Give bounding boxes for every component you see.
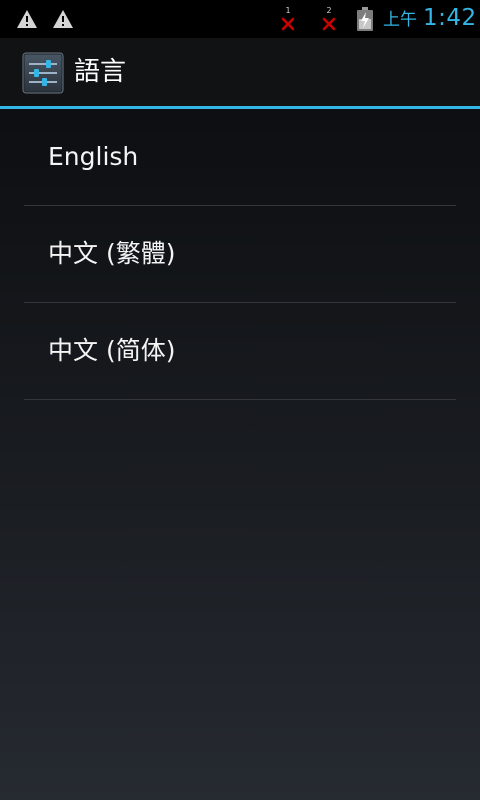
- clock-time: 1:42: [423, 5, 477, 31]
- warning-icon: [53, 10, 73, 28]
- language-label: 中文 (简体): [48, 336, 176, 365]
- language-label: 中文 (繁體): [48, 239, 176, 268]
- action-bar: 語言: [0, 38, 480, 106]
- clock-ampm: 上午: [383, 10, 417, 30]
- battery-charging-icon: [357, 7, 373, 31]
- language-item-traditional-chinese[interactable]: 中文 (繁體): [24, 206, 456, 303]
- status-bar: 1 2 上午 1:42: [0, 0, 480, 38]
- page-title: 語言: [74, 57, 127, 87]
- sim-off-icon: [322, 17, 336, 31]
- language-list: English 中文 (繁體) 中文 (简体): [24, 109, 456, 400]
- sim-1-no-signal: 1: [279, 6, 297, 32]
- language-item-simplified-chinese[interactable]: 中文 (简体): [24, 303, 456, 400]
- sim-off-icon: [281, 17, 295, 31]
- sim-slot-number: 1: [285, 6, 291, 15]
- sim-slot-number: 2: [326, 6, 332, 15]
- sim-2-no-signal: 2: [320, 6, 338, 32]
- warning-icon: [17, 10, 37, 28]
- settings-sliders-icon[interactable]: [22, 52, 64, 94]
- language-label: English: [48, 142, 139, 171]
- language-item-english[interactable]: English: [24, 109, 456, 206]
